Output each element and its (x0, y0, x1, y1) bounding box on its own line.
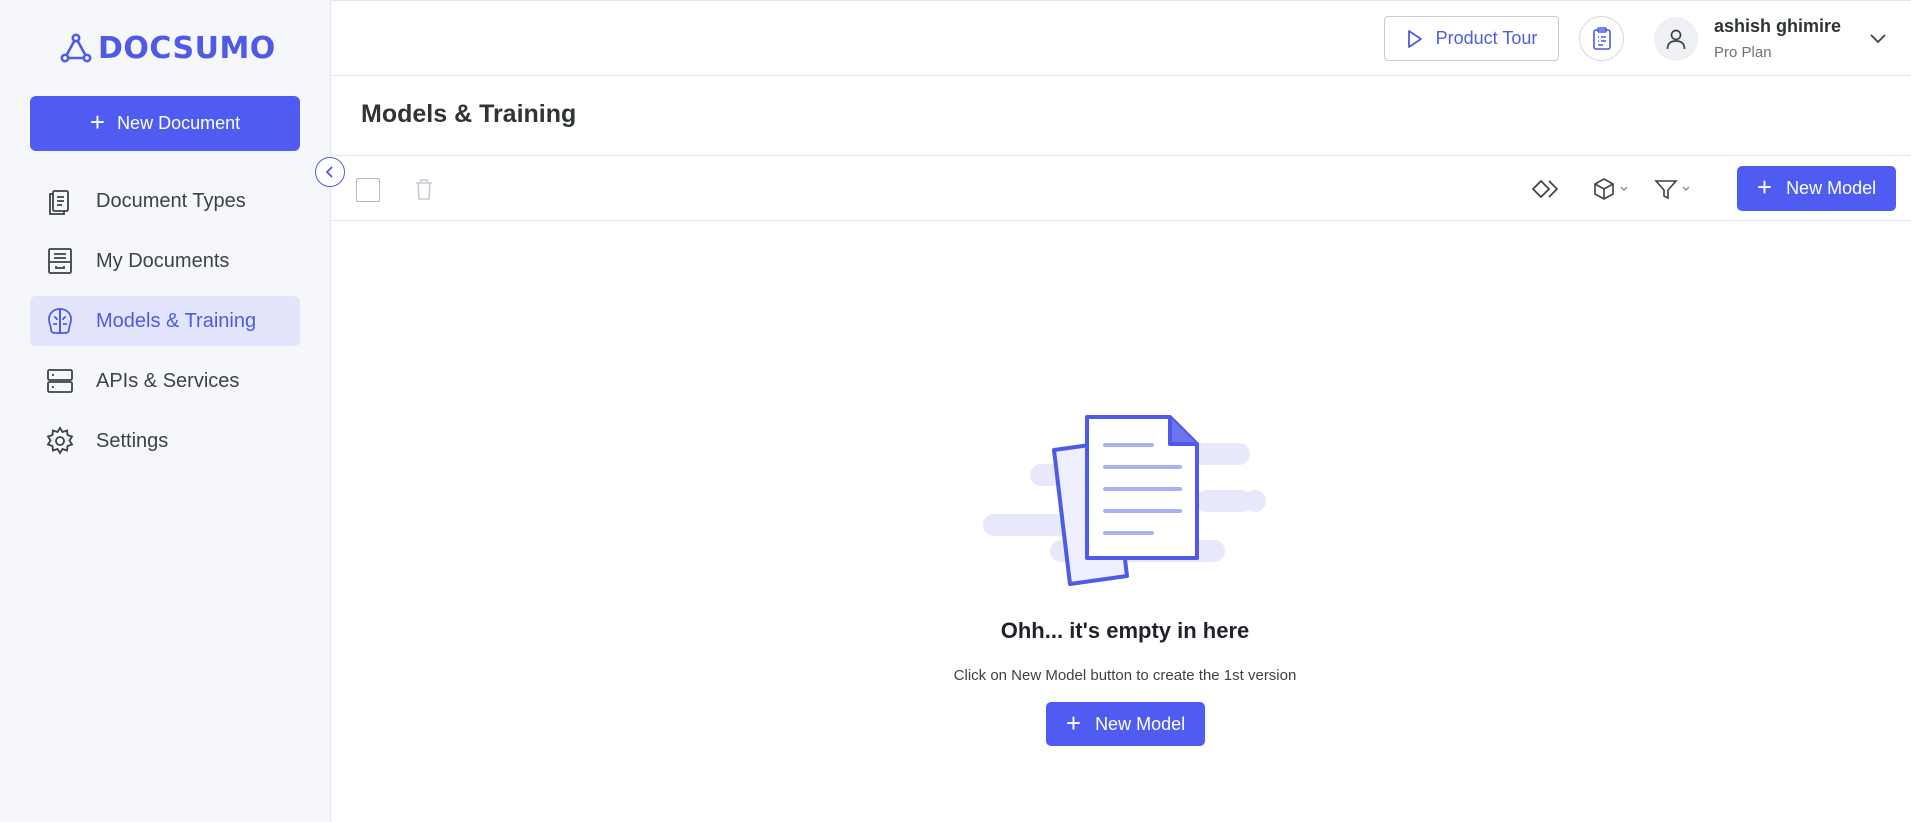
brain-icon (48, 308, 72, 334)
new-model-button[interactable]: + New Model (1737, 166, 1896, 211)
empty-state-subtitle: Click on New Model button to create the … (953, 667, 1297, 684)
empty-state-button-label: New Model (1095, 713, 1186, 734)
sidebar-nav: Document Types My Documents Models & Tra… (30, 176, 300, 476)
clipboard-icon (1592, 26, 1611, 50)
select-all-checkbox[interactable] (356, 178, 380, 202)
server-icon (47, 369, 73, 393)
user-icon (1666, 29, 1686, 50)
chevron-down-icon (1682, 186, 1690, 191)
checklist-button[interactable] (1579, 16, 1624, 61)
brand-name: DOCSUMO (98, 30, 276, 66)
docsumo-logo-icon (60, 33, 92, 63)
page-title: Models & Training (361, 100, 577, 128)
sidebar-item-label: Document Types (96, 189, 246, 212)
avatar[interactable] (1654, 17, 1698, 61)
archive-icon (48, 248, 72, 274)
new-document-label: New Document (117, 113, 241, 133)
sidebar-item-label: Models & Training (96, 309, 257, 332)
empty-state-title: Ohh... it's empty in here (1000, 618, 1250, 643)
plus-icon: + (89, 107, 106, 137)
product-tour-label: Product Tour (1435, 28, 1538, 48)
model-type-filter[interactable] (1591, 174, 1629, 204)
sidebar-item-models-training[interactable]: Models & Training (30, 296, 300, 346)
filter-tool[interactable] (1653, 174, 1691, 204)
new-document-button[interactable]: + New Document (30, 96, 300, 151)
cube-icon (1594, 178, 1614, 200)
sidebar-item-my-documents[interactable]: My Documents (30, 236, 300, 286)
sidebar-item-document-types[interactable]: Document Types (30, 176, 300, 226)
sidebar-collapse-button[interactable] (315, 157, 345, 187)
gear-icon (46, 426, 74, 455)
user-name: ashish ghimire (1714, 16, 1842, 36)
sidebar-item-label: Settings (96, 429, 169, 452)
empty-documents-illustration (983, 415, 1266, 586)
play-icon (1407, 29, 1422, 48)
chevron-down-icon (1620, 186, 1628, 191)
chevron-left-icon (325, 166, 333, 178)
trash-icon[interactable] (411, 176, 437, 202)
empty-state-new-model-button[interactable]: + New Model (1046, 702, 1205, 746)
sidebar-item-label: APIs & Services (96, 369, 240, 392)
document-types-icon (49, 190, 69, 215)
brand-logo[interactable]: DOCSUMO (60, 30, 276, 66)
plus-icon: + (1756, 172, 1773, 202)
app-window: DOCSUMO + New Document Document Types My… (0, 0, 1911, 822)
sidebar: DOCSUMO + New Document Document Types My… (0, 0, 331, 822)
sidebar-item-settings[interactable]: Settings (30, 416, 300, 466)
plus-icon: + (1065, 707, 1082, 738)
filter-icon (1654, 180, 1678, 200)
new-model-label: New Model (1786, 178, 1877, 198)
sidebar-item-apis-services[interactable]: APIs & Services (30, 356, 300, 406)
product-tour-button[interactable]: Product Tour (1384, 16, 1559, 61)
user-plan: Pro Plan (1714, 44, 1772, 61)
chevron-down-icon[interactable] (1866, 26, 1890, 50)
diamond-compare-icon (1531, 179, 1559, 199)
toolbar: + New Model (331, 155, 1911, 221)
sidebar-item-label: My Documents (96, 249, 230, 272)
compare-tool[interactable] (1531, 174, 1559, 204)
